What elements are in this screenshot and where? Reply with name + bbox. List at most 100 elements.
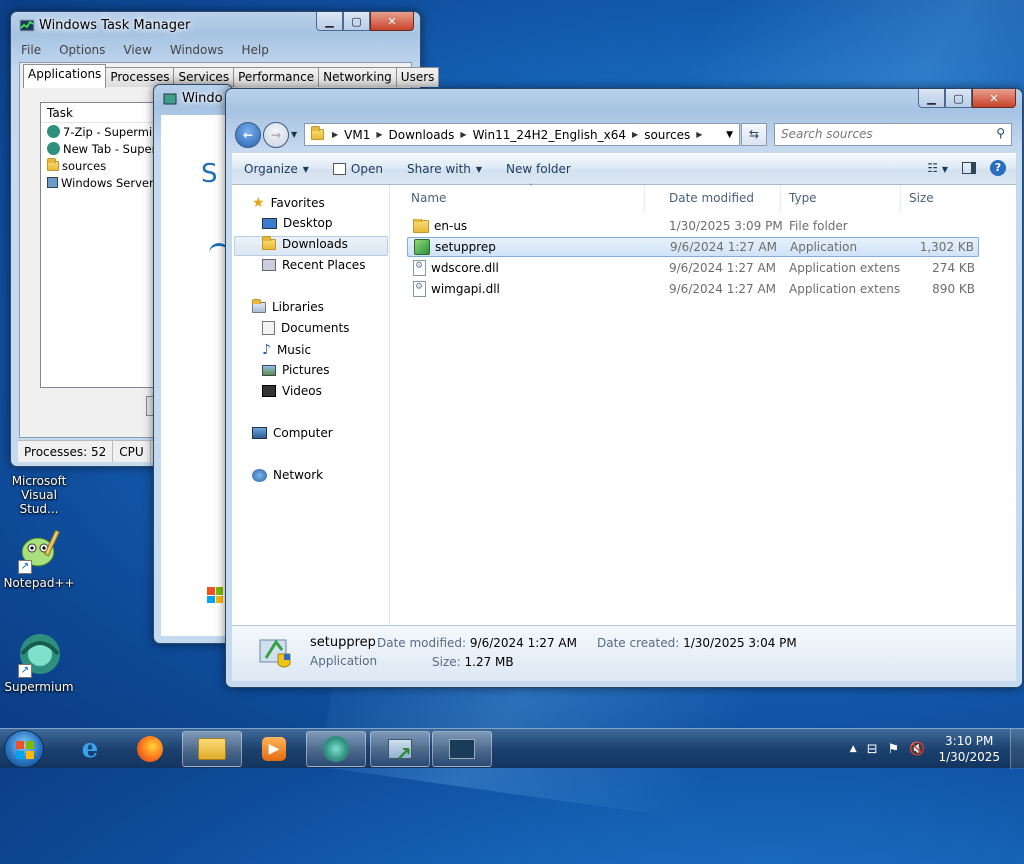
tab-networking[interactable]: Networking	[318, 67, 397, 87]
volume-muted-icon[interactable]: 🔇	[909, 742, 925, 757]
maximize-button[interactable]: ▢	[343, 12, 370, 31]
clock[interactable]: 3:10 PM 1/30/2025	[930, 733, 1010, 765]
minimize-button[interactable]: ▁	[918, 89, 945, 108]
nav-desktop[interactable]: Desktop	[262, 216, 333, 230]
tab-applications[interactable]: Applications	[23, 64, 107, 88]
file-name: wimgapi.dll	[431, 282, 500, 296]
share-with-button[interactable]: Share with ▼	[395, 162, 494, 176]
supermium-icon	[47, 142, 60, 155]
network-icon	[252, 468, 267, 482]
chevron-right-icon[interactable]: ▶	[374, 130, 384, 139]
details-size-label: Size:	[432, 655, 461, 669]
details-created: Date created: 1/30/2025 3:04 PM	[597, 636, 797, 650]
show-hidden-icons-icon[interactable]: ▲	[850, 744, 857, 754]
file-row[interactable]: wdscore.dll 9/6/2024 1:27 AM Application…	[407, 258, 979, 278]
organize-button[interactable]: Organize ▼	[232, 162, 321, 176]
menu-options[interactable]: Options	[57, 42, 107, 58]
nav-recent-places[interactable]: Recent Places	[262, 258, 365, 272]
supermium-icon: ↗	[16, 632, 62, 678]
menu-help[interactable]: Help	[239, 42, 270, 58]
nav-documents[interactable]: Documents	[262, 321, 349, 335]
address-dropdown-icon[interactable]: ▼	[726, 130, 733, 140]
desktop-icon-supermium[interactable]: ↗ Supermium	[0, 632, 78, 694]
explorer-window[interactable]: ▁ ▢ ✕ ← → ▼ ▶ VM1 ▶ Downloads ▶ Win11_24…	[225, 88, 1023, 688]
nav-downloads[interactable]: Downloads	[262, 235, 348, 251]
forward-button[interactable]: →	[263, 122, 289, 148]
taskbar-firefox[interactable]	[120, 731, 180, 767]
recent-pages-dropdown[interactable]: ▼	[291, 130, 297, 139]
refresh-button[interactable]: ⇆	[741, 123, 767, 146]
setup-window[interactable]: Windo S	[153, 84, 233, 644]
chevron-right-icon[interactable]: ▶	[458, 130, 468, 139]
view-options-icon[interactable]: ☷ ▼	[927, 161, 948, 175]
nav-libraries[interactable]: Libraries	[252, 298, 324, 314]
nav-computer[interactable]: Computer	[252, 426, 333, 440]
breadcrumb-downloads[interactable]: Downloads	[385, 128, 459, 142]
chevron-down-icon: ▼	[302, 164, 309, 174]
tab-users[interactable]: Users	[395, 67, 440, 87]
folder-icon	[47, 157, 59, 171]
search-icon[interactable]: ⚲	[996, 126, 1005, 140]
breadcrumb-win11[interactable]: Win11_24H2_English_x64	[469, 128, 630, 142]
open-button[interactable]: Open	[321, 162, 395, 176]
desktop-icon-visual-studio[interactable]: Microsoft Visual Stud...	[0, 474, 78, 516]
menu-file[interactable]: File	[19, 42, 43, 58]
column-header-size[interactable]: Size	[901, 185, 991, 213]
start-button[interactable]	[4, 730, 44, 768]
column-header-name[interactable]: Name	[391, 185, 645, 213]
file-row[interactable]: en-us 1/30/2025 3:09 PM File folder	[407, 216, 979, 236]
tab-performance[interactable]: Performance	[233, 67, 320, 87]
show-desktop-button[interactable]	[1010, 729, 1024, 769]
menu-view[interactable]: View	[121, 42, 153, 58]
nav-videos[interactable]: Videos	[262, 384, 322, 398]
desktop-icon-notepadpp[interactable]: ↗ Notepad++	[0, 528, 78, 590]
network-tray-icon[interactable]: ⊟	[867, 742, 878, 757]
breadcrumb-sources[interactable]: sources	[640, 128, 694, 142]
menu-windows[interactable]: Windows	[168, 42, 226, 58]
taskbar-setup[interactable]: ↗	[370, 731, 430, 767]
nav-favorites[interactable]: ★ Favorites	[252, 195, 325, 211]
taskbar-task-manager[interactable]	[432, 731, 492, 767]
details-name: setupprep	[310, 635, 376, 650]
taskbar: e ▶ ↗ ▲ ⊟ ⚑ 🔇 3:10 PM 1/30/2025	[0, 728, 1024, 769]
file-list[interactable]: Name ˄ Date modified Type Size en-us 1/3…	[391, 183, 1016, 625]
shortcut-arrow-icon: ↗	[18, 560, 32, 574]
file-size: 1,302 KB	[919, 240, 974, 254]
column-header-type[interactable]: Type	[781, 185, 901, 213]
search-input[interactable]: Search sources ⚲	[774, 123, 1012, 146]
address-bar[interactable]: ▶ VM1 ▶ Downloads ▶ Win11_24H2_English_x…	[304, 123, 740, 146]
media-player-icon: ▶	[262, 737, 286, 761]
nav-network[interactable]: Network	[252, 468, 323, 482]
nav-label: Downloads	[282, 237, 348, 251]
help-icon[interactable]: ?	[990, 160, 1006, 176]
chevron-right-icon[interactable]: ▶	[330, 130, 340, 139]
file-row[interactable]: wimgapi.dll 9/6/2024 1:27 AM Application…	[407, 279, 979, 299]
close-button[interactable]: ✕	[370, 12, 414, 31]
status-cpu: CPU	[113, 441, 151, 462]
breadcrumb-vm1[interactable]: VM1	[340, 128, 374, 142]
nav-music[interactable]: ♪ Music	[262, 342, 311, 358]
task-manager-tabs: Applications Processes Services Performa…	[23, 64, 440, 88]
back-button[interactable]: ←	[235, 122, 261, 148]
taskbar-supermium[interactable]	[306, 731, 366, 767]
taskbar-internet-explorer[interactable]: e	[60, 731, 120, 767]
close-button[interactable]: ✕	[972, 89, 1016, 108]
setup-icon: ↗	[388, 739, 412, 766]
taskbar-media-player[interactable]: ▶	[244, 731, 304, 767]
nav-label: Pictures	[282, 363, 330, 377]
details-size-value: 1.27 MB	[464, 655, 514, 669]
new-folder-button[interactable]: New folder	[494, 162, 583, 176]
chevron-right-icon[interactable]: ▶	[630, 130, 640, 139]
taskbar-explorer[interactable]	[182, 731, 242, 767]
column-header-date[interactable]: Date modified	[661, 185, 781, 213]
maximize-button[interactable]: ▢	[945, 89, 972, 108]
file-row-selected[interactable]: setupprep 9/6/2024 1:27 AM Application 1…	[407, 237, 979, 257]
action-center-flag-icon[interactable]: ⚑	[888, 742, 900, 757]
folder-icon	[413, 219, 429, 233]
chevron-right-icon[interactable]: ▶	[694, 130, 704, 139]
menu-bar: File Options View Windows Help	[19, 42, 271, 58]
nav-pictures[interactable]: Pictures	[262, 363, 330, 377]
preview-pane-icon[interactable]	[962, 162, 976, 174]
details-modified-label: Date modified:	[377, 636, 467, 650]
minimize-button[interactable]: ▁	[316, 12, 343, 31]
